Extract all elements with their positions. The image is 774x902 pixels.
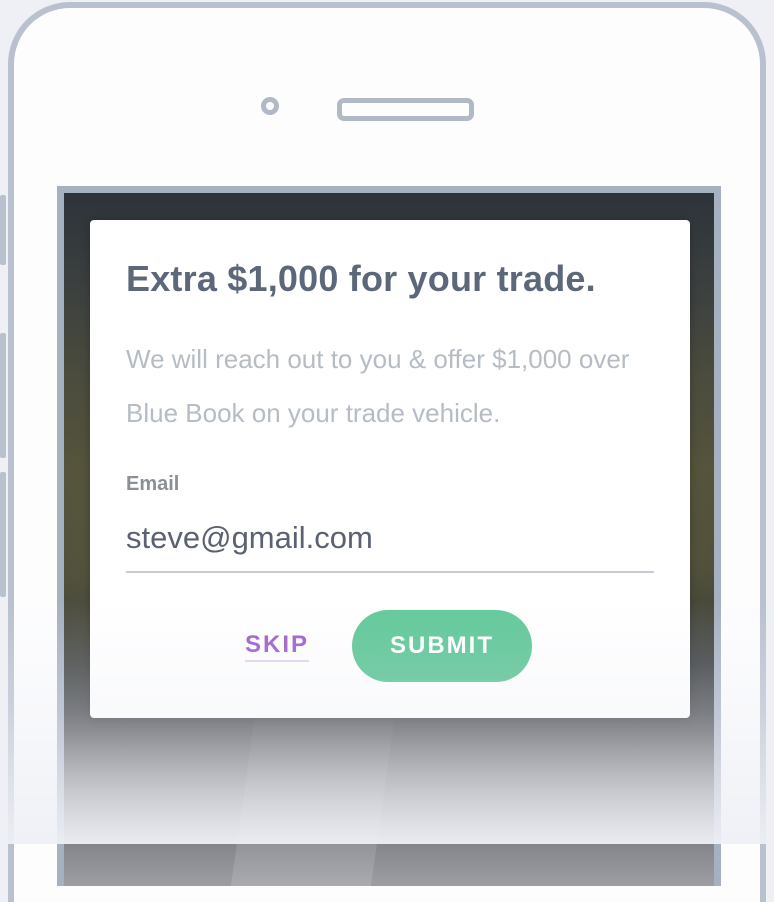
front-camera-icon xyxy=(261,97,279,115)
skip-button[interactable]: SKIP xyxy=(245,631,310,662)
modal-description: We will reach out to you & offer $1,000 … xyxy=(126,344,630,428)
email-field[interactable] xyxy=(126,505,654,573)
side-button-1 xyxy=(0,195,6,265)
road-image xyxy=(229,693,399,886)
submit-button[interactable]: SUBMIT xyxy=(352,610,532,682)
trade-offer-modal: Extra $1,000 for your trade. We will rea… xyxy=(90,220,690,718)
modal-title: Extra $1,000 for your trade. xyxy=(126,258,596,299)
side-button-3 xyxy=(0,472,6,597)
side-button-2 xyxy=(0,333,6,458)
email-label: Email xyxy=(126,473,180,495)
speaker-grille-icon xyxy=(337,98,474,121)
